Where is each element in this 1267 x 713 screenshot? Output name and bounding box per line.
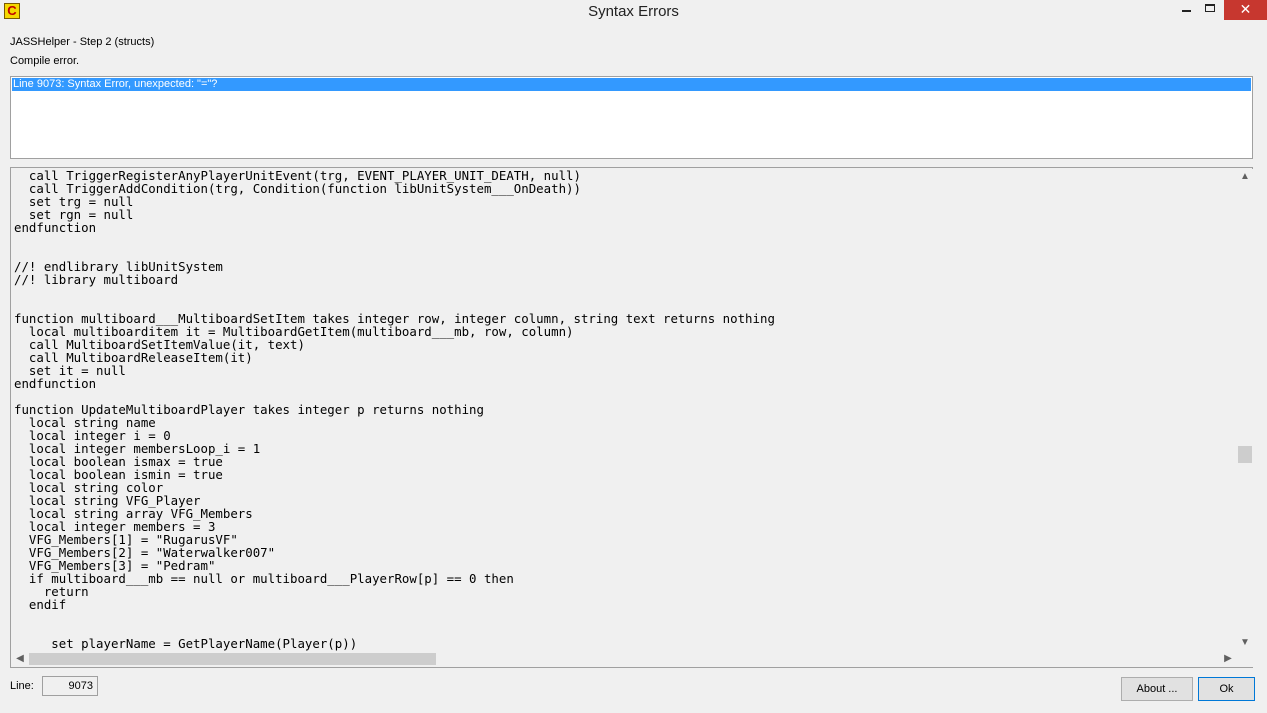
code-line: call MultiboardReleaseItem(it) [14,350,253,365]
status-label: Compile error. [10,55,80,67]
code-line: local string name [14,415,156,430]
title-bar: C Syntax Errors ✕ [0,0,1267,24]
ok-button[interactable]: Ok [1198,677,1255,701]
line-number-field: 9073 [42,676,98,696]
code-line: return [14,584,89,599]
code-line: endif [14,597,67,612]
code-line: function UpdateMultiboardPlayer takes in… [14,402,484,417]
code-line: //! library multiboard [14,272,179,287]
code-line: set it = null [14,363,126,378]
code-line: set rgn = null [14,207,134,222]
scroll-up-icon[interactable]: ▲ [1237,169,1253,185]
code-line: endfunction [14,220,97,235]
error-list[interactable]: Line 9073: Syntax Error, unexpected: "="… [10,76,1253,159]
code-text-area[interactable]: call TriggerRegisterAnyPlayerUnitEvent(t… [14,169,1236,651]
code-line: set playerName = GetPlayerName(Player(p)… [14,636,358,651]
window-title: Syntax Errors [588,3,679,20]
about-button[interactable]: About ... [1121,677,1193,701]
code-line: //! endlibrary libUnitSystem [14,259,223,274]
step-label: JASSHelper - Step 2 (structs) [10,36,155,48]
maximize-icon [1205,4,1215,12]
code-line: local boolean ismin = true [14,467,223,482]
code-line: set trg = null [14,194,134,209]
scrollbar-corner [1237,651,1253,667]
scroll-right-icon[interactable]: ▶ [1220,651,1236,667]
close-button[interactable]: ✕ [1224,0,1267,20]
scroll-down-icon[interactable]: ▼ [1237,635,1253,651]
close-icon: ✕ [1239,1,1252,17]
error-list-item[interactable]: Line 9073: Syntax Error, unexpected: "="… [12,78,1251,91]
maximize-button[interactable] [1196,0,1224,20]
scroll-left-icon[interactable]: ◀ [12,651,28,667]
code-viewer[interactable]: call TriggerRegisterAnyPlayerUnitEvent(t… [10,167,1253,668]
line-label: Line: [10,680,34,692]
minimize-icon [1181,10,1191,12]
vertical-scroll-thumb[interactable] [1238,446,1252,463]
horizontal-scroll-thumb[interactable] [29,653,436,665]
code-line: if multiboard___mb == null or multiboard… [14,571,514,586]
code-line: endfunction [14,376,97,391]
horizontal-scrollbar[interactable]: ◀ ▶ [12,651,1237,667]
vertical-scrollbar[interactable]: ▲ ▼ [1237,169,1253,651]
code-line: call TriggerAddCondition(trg, Condition(… [14,181,581,196]
